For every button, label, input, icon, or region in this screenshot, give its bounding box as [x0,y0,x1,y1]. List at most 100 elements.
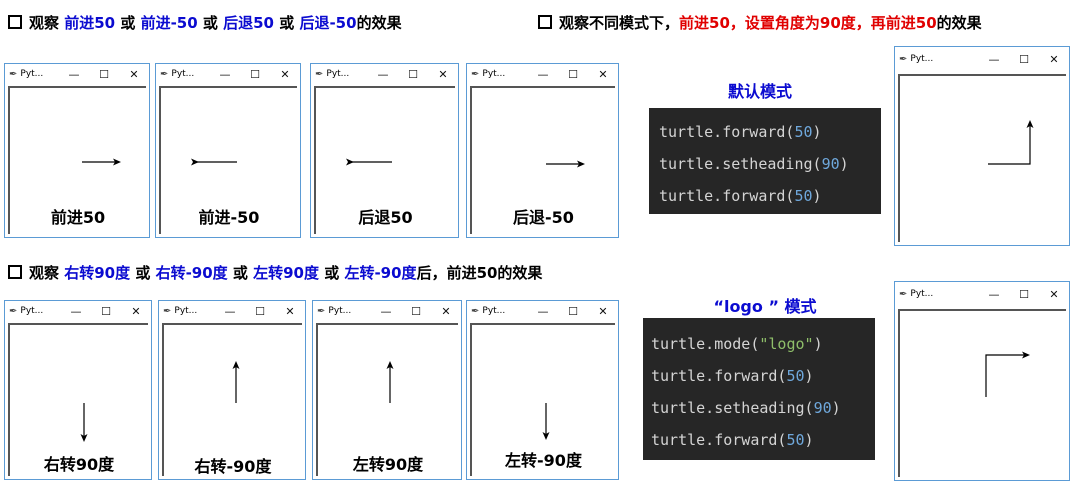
code-text: turtle.setheading( [659,155,822,173]
turtle-arrow-icon [191,158,199,166]
turtle-canvas: 前进50 [8,86,146,234]
turtle-window-left-90: ✒ Pyt... — ☐ ✕ 左转90度 [312,300,462,480]
close-button[interactable]: ✕ [428,68,458,81]
turtle-canvas [898,74,1066,242]
code-text: turtle.forward( [659,187,795,205]
window-title: Pyt... [171,69,195,79]
code-text: turtle.mode( [651,335,760,353]
minimize-button[interactable]: — [371,305,401,318]
heading-highlight: 前进50 [64,14,116,32]
window-title: Pyt... [174,306,198,316]
window-title: Pyt... [910,54,934,64]
heading-text: 或 [274,14,300,32]
close-button[interactable]: ✕ [275,305,305,318]
turtle-canvas: 后退-50 [470,86,615,234]
heading-text: 观察 [29,264,65,282]
minimize-button[interactable]: — [528,305,558,318]
code-number: 50 [786,431,805,449]
heading-text: 或 [319,264,345,282]
minimize-button[interactable]: — [979,53,1009,66]
turtle-canvas: 前进-50 [159,86,297,234]
caption-label: 右转-90度 [194,457,272,476]
code-line: turtle.setheading(90) [659,148,881,180]
window-titlebar: ✒ Pyt... — ☐ ✕ [895,282,1069,306]
code-text: ) [839,155,849,173]
heading-highlight: 右转90度 [64,264,131,282]
turtle-canvas: 右转-90度 [162,323,302,476]
code-string: "logo" [759,335,814,353]
code-text: turtle.setheading( [651,399,814,417]
heading-highlight: 前进50，设置角度为90度，再前进50 [679,14,937,32]
heading-highlight: 后退50 [223,14,274,32]
code-text: turtle.forward( [651,431,787,449]
maximize-button[interactable]: ☐ [1009,53,1039,66]
close-button[interactable]: ✕ [1039,288,1069,301]
heading-text: 的效果 [936,14,982,32]
code-number: 90 [813,399,832,417]
code-line: turtle.forward(50) [659,116,881,148]
heading-text: 的效果 [356,14,402,32]
turtle-window-default-mode: ✒ Pyt... — ☐ ✕ [894,46,1070,246]
close-button[interactable]: ✕ [588,68,618,81]
code-text: turtle.forward( [651,367,787,385]
code-number: 50 [794,187,813,205]
window-titlebar: ✒ Pyt... — ☐ ✕ [159,301,305,321]
code-text: ) [812,123,822,141]
close-button[interactable]: ✕ [588,305,618,318]
turtle-arrow-icon [346,158,354,166]
minimize-button[interactable]: — [215,305,245,318]
heading-turns: 观察 右转90度 或 右转-90度 或 左转90度 或 左转-90度后，前进50… [8,262,542,283]
code-text: ) [813,335,823,353]
turtle-canvas: 左转90度 [316,323,458,476]
minimize-button[interactable]: — [210,68,240,81]
logo-mode-title: “logo ” 模式 [713,297,817,316]
maximize-button[interactable]: ☐ [558,305,588,318]
heading-forward-backward: 观察 前进50 或 前进-50 或 后退50 或 后退-50的效果 [8,12,402,33]
maximize-button[interactable]: ☐ [558,68,588,81]
minimize-button[interactable]: — [528,68,558,81]
turtle-path [985,354,1026,397]
turtle-canvas: 后退50 [314,86,455,234]
maximize-button[interactable]: ☐ [398,68,428,81]
caption-label: 右转90度 [43,455,115,474]
heading-text: 后，前进50的效果 [416,264,543,282]
code-text: ) [804,367,814,385]
minimize-button[interactable]: — [979,288,1009,301]
maximize-button[interactable]: ☐ [240,68,270,81]
heading-highlight: 右转-90度 [155,264,228,282]
window-title: Pyt... [482,69,506,79]
feather-icon: ✒ [163,305,172,317]
code-line: turtle.forward(50) [651,360,875,392]
close-button[interactable]: ✕ [119,68,149,81]
code-number: 50 [786,367,805,385]
caption-label: 前进50 [50,208,106,227]
maximize-button[interactable]: ☐ [401,305,431,318]
minimize-button[interactable]: — [61,305,91,318]
close-button[interactable]: ✕ [121,305,151,318]
feather-icon: ✒ [315,68,324,80]
maximize-button[interactable]: ☐ [245,305,275,318]
heading-text: 或 [130,264,156,282]
turtle-window-backward-neg50: ✒ Pyt... — ☐ ✕ 后退-50 [466,63,619,238]
feather-icon: ✒ [471,68,480,80]
close-button[interactable]: ✕ [270,68,300,81]
maximize-button[interactable]: ☐ [91,305,121,318]
close-button[interactable]: ✕ [431,305,461,318]
maximize-button[interactable]: ☐ [89,68,119,81]
code-line: turtle.mode("logo") [651,328,875,360]
maximize-button[interactable]: ☐ [1009,288,1039,301]
minimize-button[interactable]: — [59,68,89,81]
window-titlebar: ✒ Pyt... — ☐ ✕ [156,64,300,84]
minimize-button[interactable]: — [368,68,398,81]
heading-text: 或 [115,14,141,32]
window-title: Pyt... [20,306,44,316]
turtle-path [988,124,1031,165]
window-titlebar: ✒ Pyt... — ☐ ✕ [467,301,618,321]
window-titlebar: ✒ Pyt... — ☐ ✕ [311,64,458,84]
checkbox-bullet [8,265,22,279]
close-button[interactable]: ✕ [1039,53,1069,66]
turtle-window-forward-neg50: ✒ Pyt... — ☐ ✕ 前进-50 [155,63,301,238]
window-titlebar: ✒ Pyt... — ☐ ✕ [313,301,461,321]
caption-label: 后退-50 [513,208,574,227]
feather-icon: ✒ [9,305,18,317]
